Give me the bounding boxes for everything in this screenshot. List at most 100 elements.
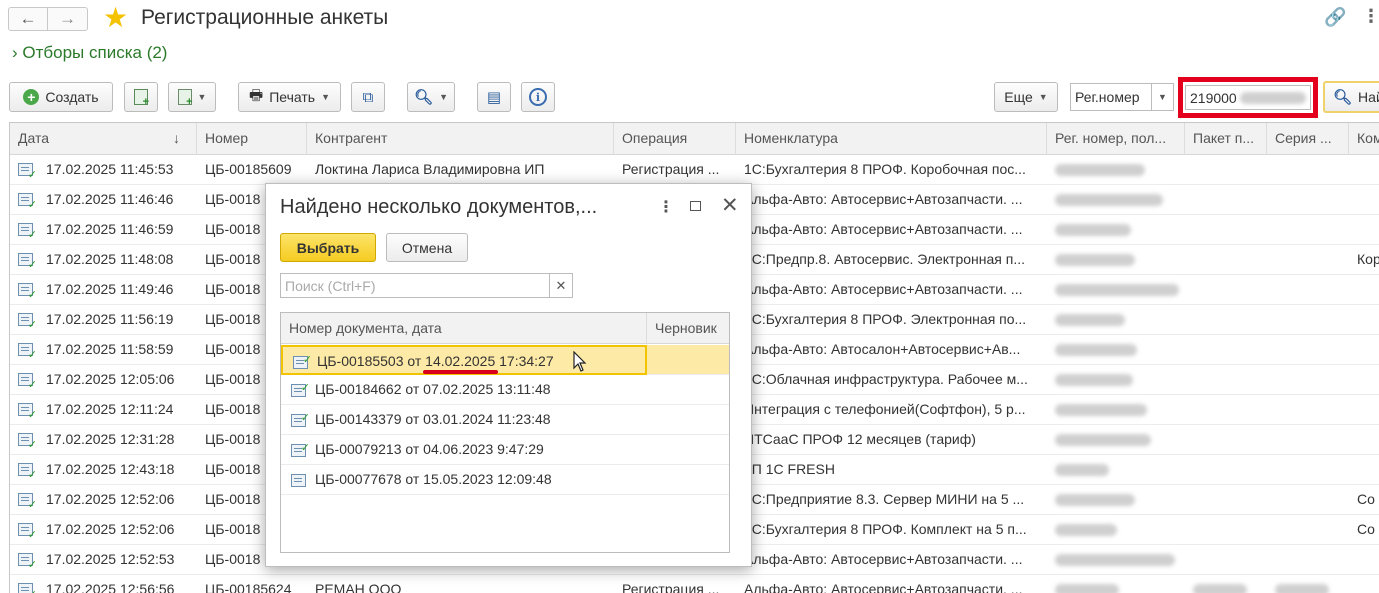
cell-date: 17.02.2025 11:48:08 [46, 251, 174, 267]
cell-nomenclature: 1С:Предприятие 8.3. Сервер МИНИ на 5 ... [744, 491, 1025, 507]
favorite-star-icon[interactable]: ★ [103, 3, 128, 33]
search-input-value: 219000 [1190, 89, 1237, 106]
search-icon: 🔍︎ [1333, 89, 1353, 106]
print-button[interactable]: 🖶 Печать ▼ [238, 82, 341, 112]
cancel-button[interactable]: Отмена [386, 233, 468, 262]
posted-document-icon [291, 404, 310, 432]
posted-document-icon [18, 313, 37, 331]
cell-reg-number [1047, 155, 1185, 184]
cell-comment [1349, 215, 1379, 244]
chevron-right-icon: › [12, 43, 18, 62]
posted-document-icon [291, 374, 310, 402]
redacted-text [1055, 164, 1145, 177]
dialog-search-input[interactable]: Поиск (Ctrl+F) [280, 273, 550, 298]
cell-nomenclature: Альфа-Авто: Автосалон+Автосервис+Ав... [744, 341, 1021, 357]
posted-document-icon [18, 343, 37, 361]
cell-reg-number [1047, 425, 1185, 454]
forward-button[interactable]: → [48, 7, 88, 31]
redacted-text [1055, 314, 1125, 327]
plus-circle-icon: + [23, 89, 40, 105]
column-header-nomenclature[interactable]: Номенклатура [736, 123, 1047, 155]
cell-reg-number [1047, 365, 1185, 394]
search-input[interactable]: 219000 [1185, 85, 1311, 110]
table-row[interactable]: 17.02.2025 12:56:56 ЦБ-00185624 РЕМАН ООО Р… [10, 575, 1379, 593]
structure-icon: ⧉ [362, 88, 374, 106]
column-header-date[interactable]: Дата ↓ [10, 123, 197, 155]
back-button[interactable]: ← [8, 7, 48, 31]
arrow-left-icon: ← [19, 9, 37, 28]
redacted-text [1055, 494, 1135, 507]
document-list-item-selected[interactable]: ЦБ-00185503 от 14.02.2025 17:34:27 [281, 345, 729, 375]
posted-document-icon [293, 346, 312, 374]
cell-reg-number [1047, 575, 1185, 593]
info-button[interactable]: i [521, 82, 555, 112]
document-list-item[interactable]: ЦБ-00184662 от 07.02.2025 13:11:48 [281, 374, 729, 405]
redacted-text [1055, 434, 1151, 447]
chevron-down-icon[interactable]: ▼ [1151, 84, 1173, 110]
posted-document-icon [18, 253, 37, 271]
structure-button[interactable]: ⧉ [351, 82, 385, 112]
cell-comment [1349, 545, 1379, 574]
cell-nomenclature: 1С:Облачная инфраструктура. Рабочее м... [744, 371, 1028, 387]
posted-document-icon [18, 463, 37, 481]
redacted-text [1275, 584, 1329, 593]
create-button[interactable]: + Создать [9, 82, 113, 112]
cell-contractor: РЕМАН ООО [315, 581, 402, 593]
close-icon[interactable]: ✕ [721, 193, 739, 218]
column-header-package[interactable]: Пакет п... [1185, 123, 1267, 155]
sort-arrow-down-icon: ↓ [173, 130, 180, 146]
select-document-dialog: Найдено несколько документов,... ⋮ ✕ Выб… [265, 183, 752, 567]
cell-reg-number [1047, 215, 1185, 244]
chevron-down-icon: ▼ [1038, 92, 1048, 102]
table-row[interactable]: 17.02.2025 11:45:53 ЦБ-00185609 Локтина Ла… [10, 155, 1379, 185]
column-header-reg-number[interactable]: Рег. номер, пол... [1047, 123, 1185, 155]
maximize-icon[interactable] [690, 201, 701, 211]
search-field-select[interactable]: Рег.номер ▼ [1070, 83, 1174, 111]
cell-date: 17.02.2025 11:56:19 [46, 311, 174, 327]
redacted-text [1055, 284, 1179, 297]
document-list-item[interactable]: ЦБ-00143379 от 03.01.2024 11:23:48 [281, 404, 729, 435]
redacted-text [1055, 584, 1119, 593]
report-button[interactable]: ▤ [477, 82, 511, 112]
link-icon[interactable]: 🔗 [1324, 7, 1346, 28]
cell-nomenclature: Альфа-Авто: Автосервис+Автозапчасти. ... [744, 221, 1023, 237]
posted-document-icon [18, 583, 37, 593]
cell-comment [1349, 395, 1379, 424]
cell-nomenclature: ИТСааС ПРОФ 12 месяцев (тариф) [744, 431, 976, 447]
more-vertical-icon[interactable]: ⋮ [658, 197, 674, 217]
list-filters-toggle[interactable]: › Отборы списка (2) [12, 43, 167, 63]
filters-label: Отборы списка (2) [22, 43, 168, 62]
red-underline-annotation [423, 370, 498, 374]
select-button[interactable]: Выбрать [280, 233, 376, 262]
cell-nomenclature: 1П 1С FRESH [744, 461, 835, 477]
document-list-item[interactable]: ЦБ-00077678 от 15.05.2023 12:09:48 [281, 465, 729, 495]
more-button[interactable]: Еще ▼ [994, 82, 1058, 112]
posted-document-icon [18, 493, 37, 511]
column-header-series[interactable]: Серия ... [1267, 123, 1349, 155]
chevron-down-icon: ▼ [197, 92, 207, 102]
more-vertical-icon[interactable]: ⋮ [1362, 6, 1379, 27]
posted-document-icon [18, 223, 37, 241]
column-header-comment[interactable]: Ком [1349, 123, 1379, 155]
search-button[interactable]: 🔍︎ ▼ [407, 82, 455, 112]
redacted-text [1055, 194, 1163, 207]
find-button[interactable]: 🔍︎ Най [1323, 81, 1379, 113]
posted-document-icon [18, 523, 37, 541]
search-icon: 🔍︎ [414, 89, 434, 106]
cell-date: 17.02.2025 12:52:06 [46, 521, 175, 537]
cell-reg-number [1047, 275, 1185, 304]
column-header-operation[interactable]: Операция [614, 123, 736, 155]
column-header-document[interactable]: Номер документа, дата [281, 313, 647, 344]
redacted-text [1055, 404, 1147, 417]
column-header-number[interactable]: Номер [197, 123, 307, 155]
create-based-icon [177, 89, 193, 108]
posted-document-icon [18, 373, 37, 391]
create-based-on-button[interactable]: ▼ [168, 82, 216, 112]
clear-icon[interactable]: ✕ [549, 273, 573, 298]
document-list-item[interactable]: ЦБ-00079213 от 04.06.2023 9:47:29 [281, 434, 729, 465]
cell-comment [1349, 575, 1379, 593]
column-header-contractor[interactable]: Контрагент [307, 123, 614, 155]
cell-comment [1349, 365, 1379, 394]
copy-button[interactable] [124, 82, 158, 112]
column-header-draft[interactable]: Черновик [647, 313, 729, 344]
